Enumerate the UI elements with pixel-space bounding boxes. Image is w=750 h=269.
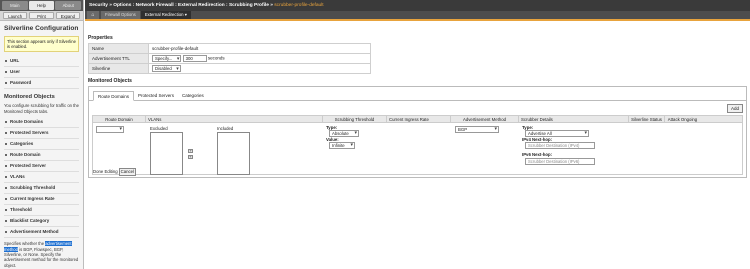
help-item: Protected Servers [4,128,79,140]
help-monitored-heading: Monitored Objects [4,94,55,101]
help-item: Advertisement Method [4,227,79,239]
monitored-tabs: Route Domains Protected Servers Categori… [89,87,746,101]
help-pane-toolbar: Launch Print Expand [0,11,83,21]
route-domains-grid: Route Domain VLANs Scrubbing Threshold C… [92,115,743,176]
grid-header: Route Domain VLANs Scrubbing Threshold C… [93,116,742,123]
ttl-label: Advertisement TTL [88,53,149,64]
cancel-button[interactable]: Cancel [118,168,136,176]
col-scrubber-details[interactable]: Scrubber Details [519,116,629,123]
threshold-value-select[interactable]: Infinite [329,142,355,149]
help-item-password: Password [4,78,79,90]
help-item: Scrubbing Threshold [4,183,79,195]
tab-protected-servers[interactable]: Protected Servers [134,91,178,100]
help-footer-text: Specifies whether the advertisement meth… [4,241,79,268]
ipv4-nexthop-input[interactable]: Scrubber Destination (IPv4) [525,142,595,149]
tab-route-domains[interactable]: Route Domains [93,91,135,101]
done-editing-button[interactable]: Done Editing [92,169,119,175]
help-pane-tabs: Main Help About [0,0,83,11]
ttl-value-input[interactable]: 300 [182,55,207,62]
col-attack-ongoing[interactable]: Attack Ongoing [665,116,700,123]
help-item-url: URL [4,56,79,68]
col-route-domain[interactable]: Route Domain [93,116,146,123]
launch-button[interactable]: Launch [3,12,28,19]
col-vlans[interactable]: VLANs [146,116,323,123]
tab-main[interactable]: Main [2,1,28,10]
breadcrumb: Security » Options : Network Firewall : … [85,0,750,11]
help-item: Route Domain [4,150,79,162]
monitored-objects-panel: Route Domains Protected Servers Categori… [88,86,747,178]
help-item: Route Domains [4,117,79,129]
help-monitored-text: You configure scrubbing for traffic on t… [4,103,79,114]
silverline-select[interactable]: Disabled [152,65,181,72]
monitored-heading: Monitored Objects [88,78,132,84]
silverline-cell: Disabled [148,63,371,74]
col-scrubbing-threshold[interactable]: Scrubbing Threshold [323,116,387,123]
ttl-unit: seconds [207,55,225,61]
help-item: Current Ingress Rate [4,194,79,206]
name-label: Name [88,43,149,54]
properties-table: Name scrubber-profile-default Advertisem… [88,43,371,74]
help-item: VLANs [4,172,79,184]
silverline-label: Silverline [88,63,149,74]
ipv6-nexthop-label: IPv6 Next-hop: [522,152,553,157]
move-left-button[interactable]: « [188,155,193,159]
help-note: This section appears only if Silverline … [4,35,79,53]
move-right-button[interactable]: » [188,149,193,153]
help-title: Silverline Configuration [4,25,79,32]
tab-categories[interactable]: Categories [178,91,208,100]
main-content: Properties Name scrubber-profile-default… [85,23,750,269]
col-current-ingress-rate[interactable]: Current Ingress Rate [387,116,451,123]
threshold-type-select[interactable]: Absolute [329,130,359,137]
help-pane: Main Help About Launch Print Expand Silv… [0,0,84,269]
expand-button[interactable]: Expand [55,12,80,19]
route-domain-select[interactable] [96,126,124,133]
scrubber-type-select[interactable]: Advertise All [525,130,589,137]
name-value: scrubber-profile-default [148,43,371,54]
help-content: Silverline Configuration This section ap… [0,21,83,269]
help-item: Blacklist Category [4,216,79,228]
tab-bar: ⌂ Firewall Options External Redirection … [85,11,750,21]
vlans-included-list[interactable] [217,132,250,175]
ttl-mode-select[interactable]: Specify... [152,55,182,62]
add-button[interactable]: Add [726,104,743,113]
help-item: Categories [4,139,79,151]
advertisement-method-select[interactable]: BGP [455,126,499,133]
tab-about[interactable]: About [55,1,82,10]
vlans-included-label: Included [217,126,234,131]
breadcrumb-path[interactable]: Security » Options : Network Firewall : … [89,3,273,8]
tab-help[interactable]: Help [28,1,55,10]
col-silverline-status[interactable]: Silverline Status [629,116,665,123]
help-item-user: User [4,67,79,79]
print-button[interactable]: Print [29,12,54,19]
row-actions: Done Editing Cancel [92,168,136,176]
help-item: Threshold [4,205,79,217]
help-footer-pre: Specifies whether the [4,241,45,247]
tab-firewall-options[interactable]: Firewall Options [101,11,140,19]
ipv6-nexthop-input[interactable]: Scrubber Destination (IPv6) [525,158,595,165]
col-advertisement-method[interactable]: Advertisement Method [451,116,519,123]
ttl-cell: Specify... 300 seconds [148,53,371,64]
properties-heading: Properties [88,35,113,41]
help-item: Protected Server [4,161,79,173]
vlans-excluded-label: Excluded [150,126,168,131]
vlans-excluded-list[interactable] [150,132,183,175]
home-icon[interactable]: ⌂ [87,11,99,19]
breadcrumb-current: scrubber-profile-default [274,3,324,8]
tab-external-redirection[interactable]: External Redirection ▾ [140,11,191,19]
